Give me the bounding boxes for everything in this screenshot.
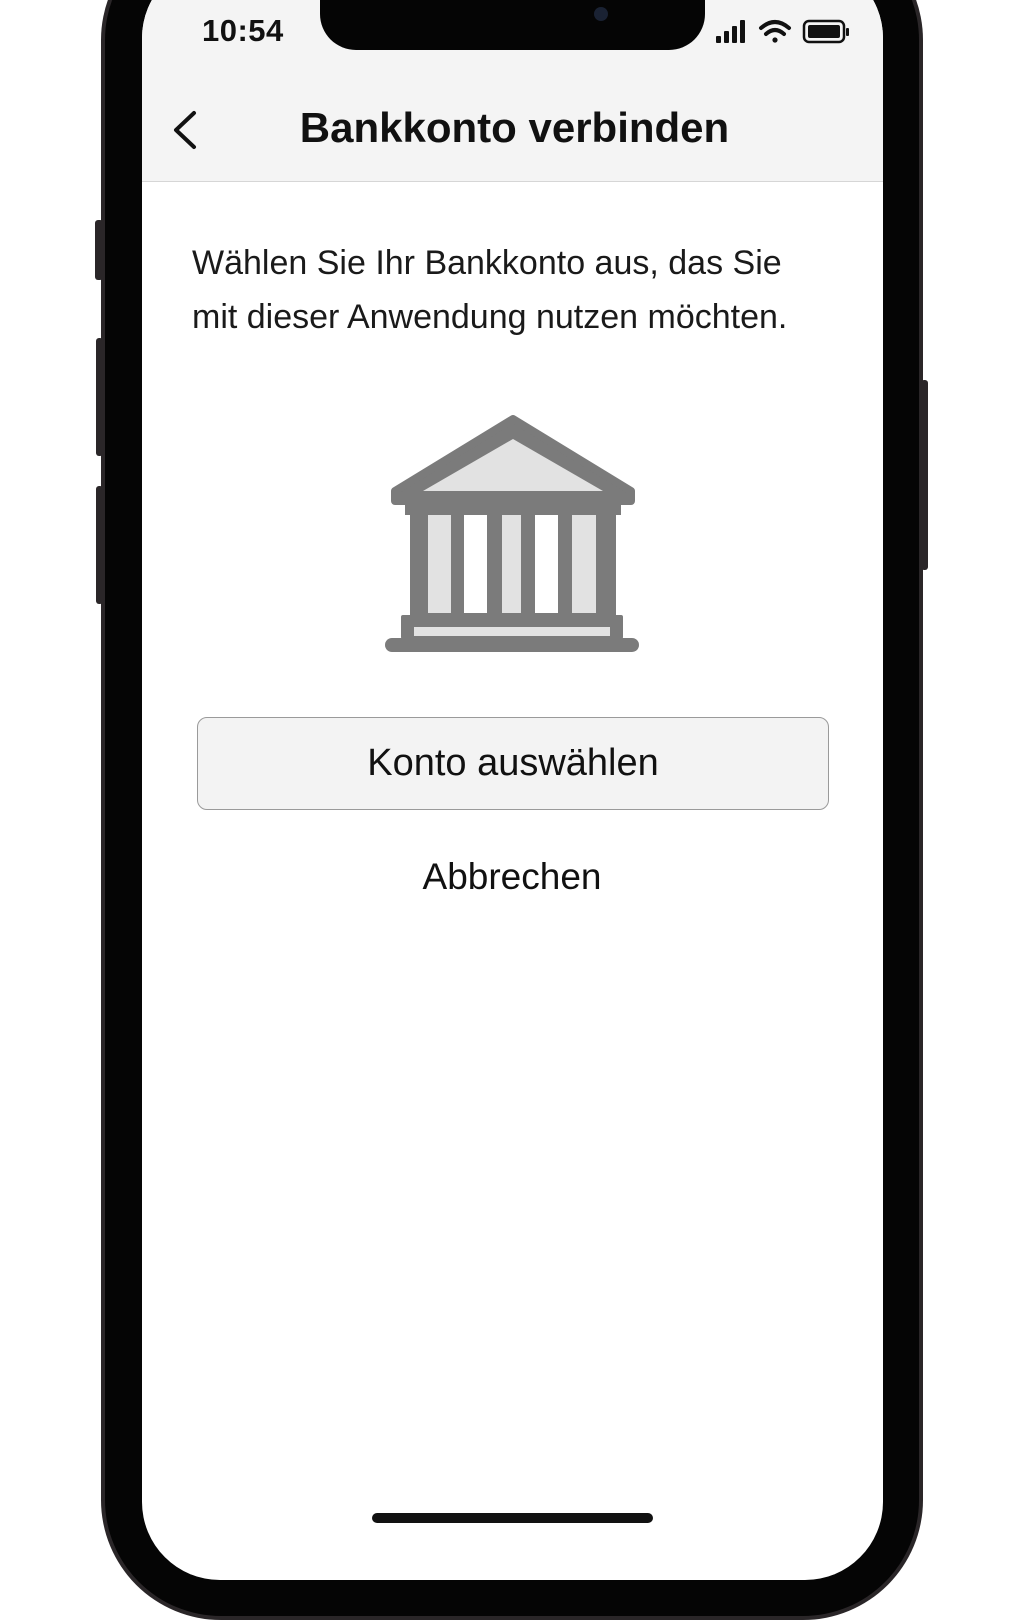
notch bbox=[320, 0, 705, 50]
description-line-2: mit dieser Anwendung nutzen möchten. bbox=[192, 298, 788, 336]
page-title: Bankkonto verbinden bbox=[299, 104, 730, 151]
home-indicator[interactable] bbox=[372, 1513, 653, 1523]
front-camera bbox=[594, 7, 608, 21]
side-button-volume-down bbox=[96, 486, 103, 604]
battery-icon bbox=[802, 19, 849, 44]
cancel-button[interactable]: Abbrechen bbox=[362, 856, 662, 898]
side-button-volume-up bbox=[96, 338, 103, 456]
chevron-left-icon[interactable] bbox=[162, 105, 212, 155]
status-time: 10:54 bbox=[202, 13, 284, 48]
select-account-button[interactable]: Konto auswählen bbox=[197, 717, 829, 810]
description-line-1: Wählen Sie Ihr Bankkonto aus, das Sie bbox=[192, 244, 782, 282]
status-icons bbox=[716, 19, 849, 44]
side-button-power bbox=[921, 380, 928, 570]
description-text: Wählen Sie Ihr Bankkonto aus, das Sie mi… bbox=[192, 236, 872, 344]
bank-building-icon bbox=[385, 415, 639, 652]
side-button-silent bbox=[95, 220, 103, 280]
screen: 10:54 Bankkonto verbinden Wählen Sie Ihr… bbox=[142, 0, 883, 1580]
wifi-icon bbox=[759, 20, 791, 43]
signal-icon bbox=[716, 20, 745, 43]
